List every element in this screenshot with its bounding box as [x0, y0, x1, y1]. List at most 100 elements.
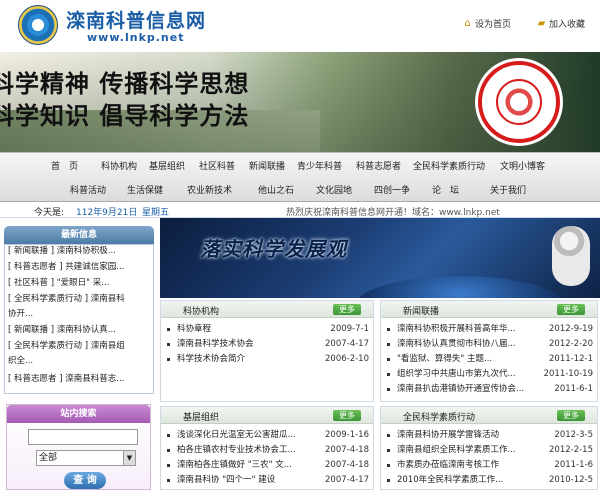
panel-title: 全民科学素质行动 — [403, 413, 476, 423]
row-title[interactable]: 2010年全民科学素质工作... — [397, 474, 503, 486]
marquee-text: 热烈庆祝滦南科普信息网开通！域名：www.lnkp.net — [286, 208, 500, 218]
nav-forum[interactable]: 论 坛 — [432, 183, 459, 196]
astronaut-image — [552, 226, 590, 286]
feature-banner: 落实科学发展观 — [160, 218, 600, 298]
search-input[interactable] — [28, 429, 138, 445]
panel-news-header: 新闻联播 更多 — [381, 301, 597, 318]
site-logo[interactable] — [18, 5, 58, 45]
row-date: 2009-1-16 — [325, 430, 369, 440]
panel-title: 基层组织 — [183, 413, 220, 423]
row-title[interactable]: 科协章程 — [177, 323, 211, 335]
row-title[interactable]: "看监狱、算得失" 主题... — [397, 353, 492, 365]
table-row[interactable]: 柏各庄镇农村专业技术协会工... 2007-4-18 — [167, 444, 369, 456]
nav-four[interactable]: 四创一争 — [374, 183, 410, 196]
search-scope-select[interactable]: 全部 ▼ — [36, 450, 136, 466]
list-item[interactable]: [ 新闻联播 ] 滦南科协积极... — [8, 246, 116, 257]
nav-activities[interactable]: 科普活动 — [70, 183, 106, 196]
more-button[interactable]: 更多 — [333, 410, 361, 421]
nav-other[interactable]: 他山之石 — [258, 183, 294, 196]
nav-blog[interactable]: 文明小博客 — [500, 159, 545, 172]
list-item[interactable]: [ 全民科学素质行动 ] 滦南县科 — [8, 294, 125, 305]
table-row[interactable]: 滦南县组织全民科学素质工作... 2012-2-15 — [387, 444, 593, 456]
row-title[interactable]: 科学技术协会简介 — [177, 353, 245, 365]
chevron-down-icon: ▼ — [123, 451, 135, 465]
table-row[interactable]: 组织学习中共唐山市第九次代... 2011-10-19 — [387, 368, 593, 380]
panel-literacy: 全民科学素质行动 更多 滦南县科协开展学雷锋活动 2012-3-5 滦南县组织全民… — [380, 406, 598, 490]
panel-title: 科协机构 — [183, 307, 220, 317]
nav-news[interactable]: 新闻联播 — [249, 159, 285, 172]
search-header: 站内搜索 — [7, 405, 150, 423]
nav-org[interactable]: 科协机构 — [101, 159, 137, 172]
more-button[interactable]: 更多 — [557, 304, 585, 315]
search-button[interactable]: 查 询 — [64, 472, 106, 489]
row-title[interactable]: 滦南县科协 "四个一" 建设 — [177, 474, 275, 486]
more-button[interactable]: 更多 — [333, 304, 361, 315]
nav-youth[interactable]: 青少年科普 — [297, 159, 342, 172]
nav-home[interactable]: 首 页 — [51, 159, 78, 172]
row-date: 2006-2-10 — [325, 354, 369, 364]
nav-volunteer[interactable]: 科普志愿者 — [356, 159, 401, 172]
list-item[interactable]: [ 全民科学素质行动 ] 滦南县组 — [8, 341, 125, 352]
row-title[interactable]: 滦南县扒齿港镇协开通宣传协会... — [397, 383, 524, 395]
row-title[interactable]: 滦南县科学技术协会 — [177, 338, 254, 350]
table-row[interactable]: 2010年全民科学素质工作... 2010-12-5 — [387, 474, 593, 486]
row-title[interactable]: 滦南县科协开展学雷锋活动 — [397, 429, 499, 441]
row-title[interactable]: 滦南科协积极开展科普高年华... — [397, 323, 516, 335]
nav-literacy[interactable]: 全民科学素质行动 — [413, 159, 485, 172]
nav-about[interactable]: 关于我们 — [490, 183, 526, 196]
row-date: 2011-1-6 — [554, 460, 593, 470]
site-url: www.lnkp.net — [87, 31, 185, 44]
site-header: 滦南科普信息网 www.lnkp.net ⌂ 设为首页 ▰ 加入收藏 — [0, 0, 600, 52]
row-date: 2007-4-18 — [325, 445, 369, 455]
row-title[interactable]: 柏各庄镇农村专业技术协会工... — [177, 444, 296, 456]
table-row[interactable]: 浅谈深化日光温室无公害甜瓜... 2009-1-16 — [167, 429, 369, 441]
table-row[interactable]: 滦南县科协开展学雷锋活动 2012-3-5 — [387, 429, 593, 441]
more-button[interactable]: 更多 — [557, 410, 585, 421]
table-row[interactable]: 科学技术协会简介 2006-2-10 — [167, 353, 369, 365]
news-list: [ 新闻联播 ] 滦南科协积极... [ 科普志愿者 ] 共建诚信家园... [… — [4, 244, 154, 394]
row-date: 2012-3-5 — [554, 430, 593, 440]
table-row[interactable]: 滦南科协认真贯彻市科协八届... 2012-2-20 — [387, 338, 593, 350]
banner: 科学精神 传播科学思想 科学知识 倡导科学方法 — [0, 52, 600, 152]
row-title[interactable]: 滦南科协认真贯彻市科协八届... — [397, 338, 516, 350]
table-row[interactable]: 滦南柏各庄镇做好 "三农" 文... 2007-4-18 — [167, 459, 369, 471]
list-item[interactable]: [ 社区科普 ] "爱眼日" 采... — [8, 278, 109, 289]
weekday-text: 星期五 — [142, 208, 170, 218]
nav-community[interactable]: 社区科普 — [199, 159, 235, 172]
list-item[interactable]: [ 新闻联播 ] 滦南科协认真... — [8, 325, 116, 336]
table-row[interactable]: 滦南科协积极开展科普高年华... 2012-9-19 — [387, 323, 593, 335]
nav-grassroots[interactable]: 基层组织 — [149, 159, 185, 172]
table-row[interactable]: "看监狱、算得失" 主题... 2011-12-1 — [387, 353, 593, 365]
nav-agritech[interactable]: 农业新技术 — [187, 183, 232, 196]
table-row[interactable]: 科协章程 2009-7-1 — [167, 323, 369, 335]
list-item[interactable]: [ 科普志愿者 ] 滦南县科普志... — [8, 374, 124, 385]
info-bar: 今天是: 112年9月21日 星期五 热烈庆祝滦南科普信息网开通！域名：www.… — [0, 202, 600, 218]
table-row[interactable]: 市素质办莅临滦南考核工作 2011-1-6 — [387, 459, 593, 471]
row-date: 2007-4-18 — [325, 460, 369, 470]
home-icon: ⌂ — [464, 18, 471, 29]
panel-org: 科协机构 更多 科协章程 2009-7-1 滦南县科学技术协会 2007-4-17 … — [160, 300, 374, 402]
nav-row-2: 科普活动 生活保健 农业新技术 他山之石 文化园地 四创一争 论 坛 关于我们 — [0, 179, 600, 199]
table-row[interactable]: 滦南县科学技术协会 2007-4-17 — [167, 338, 369, 350]
nav-health[interactable]: 生活保健 — [127, 183, 163, 196]
table-row[interactable]: 滦南县科协 "四个一" 建设 2007-4-17 — [167, 474, 369, 486]
row-date: 2012-2-20 — [549, 339, 593, 349]
row-date: 2007-4-17 — [325, 475, 369, 485]
add-favorite-link[interactable]: ▰ 加入收藏 — [536, 17, 585, 30]
panel-title: 新闻联播 — [403, 307, 440, 317]
nav-row-1: 首 页 科协机构 基层组织 社区科普 新闻联播 青少年科普 科普志愿者 全民科学… — [0, 155, 600, 175]
row-title[interactable]: 组织学习中共唐山市第九次代... — [397, 368, 516, 380]
set-homepage-link[interactable]: ⌂ 设为首页 — [462, 17, 511, 30]
row-title[interactable]: 浅谈深化日光温室无公害甜瓜... — [177, 429, 296, 441]
list-item[interactable]: 协开... — [8, 309, 33, 320]
row-date: 2012-2-15 — [549, 445, 593, 455]
table-row[interactable]: 滦南县扒齿港镇协开通宣传协会... 2011-6-1 — [387, 383, 593, 395]
search-scope-value: 全部 — [39, 453, 58, 463]
list-item[interactable]: [ 科普志愿者 ] 共建诚信家园... — [8, 262, 124, 273]
list-item[interactable]: 织全... — [8, 356, 33, 367]
set-homepage-label: 设为首页 — [475, 20, 512, 30]
nav-culture[interactable]: 文化园地 — [316, 183, 352, 196]
row-title[interactable]: 滦南县组织全民科学素质工作... — [397, 444, 516, 456]
row-title[interactable]: 市素质办莅临滦南考核工作 — [397, 459, 499, 471]
row-title[interactable]: 滦南柏各庄镇做好 "三农" 文... — [177, 459, 292, 471]
